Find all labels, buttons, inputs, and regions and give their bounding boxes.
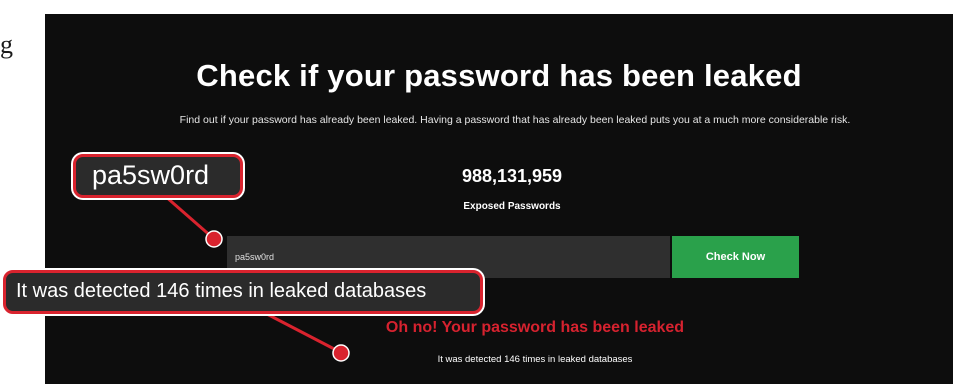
edge-text-fragment: g bbox=[0, 30, 13, 59]
exposed-label: Exposed Passwords bbox=[463, 201, 561, 212]
exposed-count: 988,131,959 bbox=[461, 166, 563, 186]
password-checker-panel: Check if your password has been leaked F… bbox=[45, 14, 953, 384]
detection-callout: It was detected 146 times in leaked data… bbox=[3, 270, 483, 314]
screenshot-stage: g Check if your password has been leaked… bbox=[0, 0, 953, 384]
page-subtitle: Find out if your password has already be… bbox=[179, 114, 851, 126]
page-title: Check if your password has been leaked bbox=[196, 58, 802, 93]
result-detail: It was detected 146 times in leaked data… bbox=[437, 354, 633, 365]
check-now-button[interactable]: Check Now bbox=[672, 236, 799, 278]
result-title: Oh no! Your password has been leaked bbox=[385, 319, 685, 336]
password-callout: pa5sw0rd bbox=[73, 154, 243, 198]
